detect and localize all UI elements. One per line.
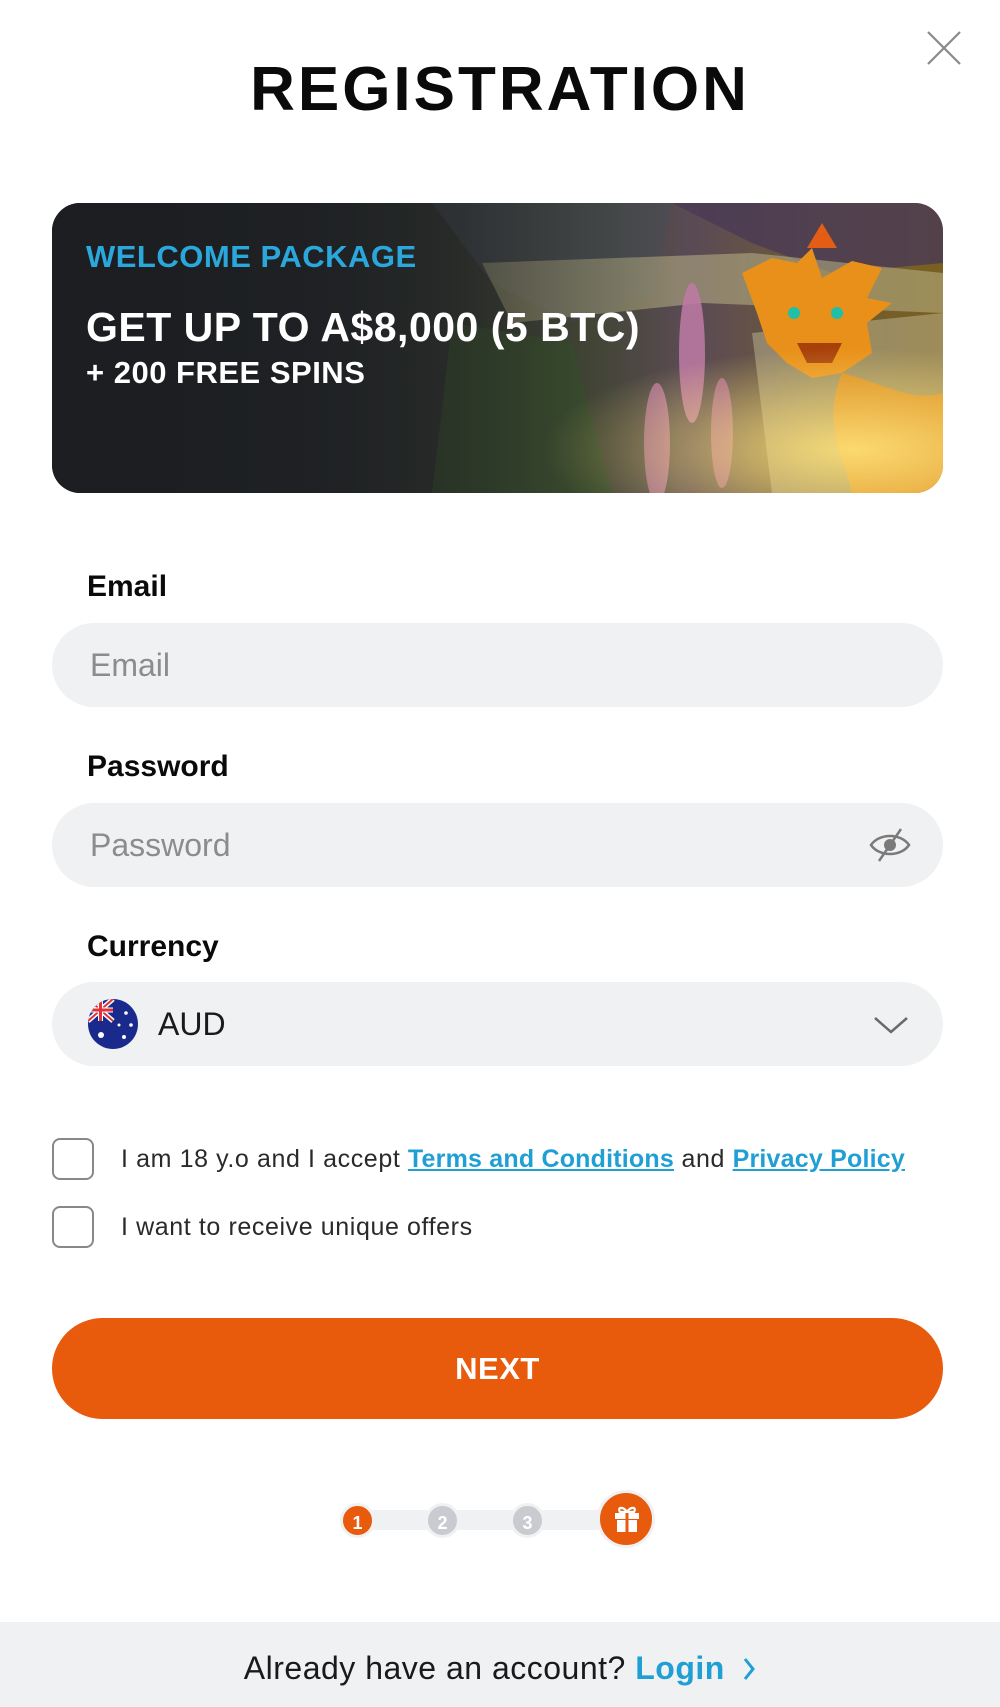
chevron-right-icon <box>744 1658 756 1680</box>
step-3: 3 <box>510 1503 545 1538</box>
age-terms-consent-row: I am 18 y.o and I accept Terms and Condi… <box>52 1138 905 1180</box>
email-label: Email <box>87 570 168 603</box>
login-link-label: Login <box>635 1650 725 1686</box>
offers-label: I want to receive unique offers <box>121 1212 473 1241</box>
login-prompt: Already have an account? <box>243 1650 636 1686</box>
welcome-banner: WELCOME PACKAGE GET UP TO A$8,000 (5 BTC… <box>52 203 943 493</box>
banner-headline: GET UP TO A$8,000 (5 BTC) <box>86 304 641 350</box>
step-bonus <box>597 1490 655 1548</box>
step-1: 1 <box>340 1503 375 1538</box>
age-terms-checkbox[interactable] <box>52 1138 94 1180</box>
offers-consent-row: I want to receive unique offers <box>52 1206 473 1248</box>
privacy-policy-link[interactable]: Privacy Policy <box>733 1145 905 1173</box>
next-button[interactable]: NEXT <box>52 1318 943 1419</box>
age-terms-and: and <box>673 1144 733 1173</box>
currency-label: Currency <box>87 930 219 963</box>
offers-checkbox[interactable] <box>52 1206 94 1248</box>
age-terms-text: I am 18 y.o and I accept <box>121 1144 408 1173</box>
currency-select[interactable]: AUD <box>52 982 943 1066</box>
registration-stepper: 1 2 3 <box>340 1490 660 1550</box>
password-field-wrapper <box>52 803 943 887</box>
banner-kicker: WELCOME PACKAGE <box>86 239 417 274</box>
login-link[interactable]: Login <box>635 1650 756 1686</box>
banner-subline: + 200 FREE SPINS <box>86 355 366 390</box>
chevron-down-icon <box>874 1017 908 1034</box>
email-field-wrapper <box>52 623 943 707</box>
email-input[interactable] <box>90 623 850 707</box>
gift-icon <box>615 1506 639 1532</box>
step-2: 2 <box>425 1503 460 1538</box>
password-label: Password <box>87 750 229 783</box>
australia-flag-icon <box>88 999 138 1049</box>
stepper-track <box>360 1510 620 1530</box>
eye-slash-icon <box>869 828 911 862</box>
terms-and-conditions-link[interactable]: Terms and Conditions <box>408 1145 674 1173</box>
password-input[interactable] <box>90 803 850 887</box>
toggle-password-visibility-button[interactable] <box>867 823 913 867</box>
login-footer: Already have an account? Login <box>0 1622 1000 1707</box>
currency-selected-value: AUD <box>158 1006 226 1042</box>
page-title: REGISTRATION <box>250 55 750 124</box>
